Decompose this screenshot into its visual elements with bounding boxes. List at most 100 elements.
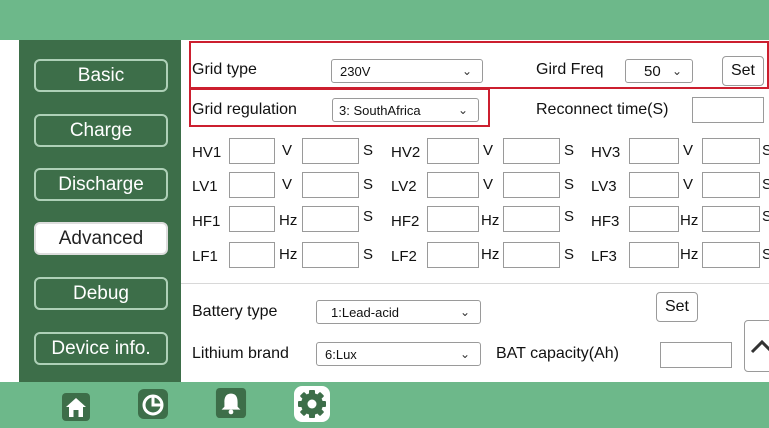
hv3-label: HV3 [591, 144, 621, 161]
lv1-label: LV1 [192, 178, 218, 195]
hv3-unit: V [683, 142, 694, 159]
grid-freq-select[interactable]: 50 ⌄ [625, 59, 693, 83]
grid-type-label: Grid type [192, 61, 257, 78]
chevron-down-icon: ⌄ [671, 64, 682, 78]
lf1-unit: Hz [279, 246, 298, 263]
reconnect-time-input[interactable] [692, 97, 764, 123]
advanced-settings-panel: Grid type 230V ⌄ Gird Freq 50 ⌄ Set Grid… [181, 40, 769, 382]
hv3-voltage-input[interactable] [629, 138, 679, 164]
lv3-label: LV3 [591, 178, 617, 195]
hv1-voltage-input[interactable] [229, 138, 275, 164]
hf2-label: HF2 [391, 213, 420, 230]
sidebar-nav: Basic Charge Discharge Advanced Debug De… [19, 40, 181, 382]
nav-device-info-button[interactable]: Device info. [34, 332, 168, 365]
lf1-time-input[interactable] [302, 242, 359, 268]
grid-regulation-select[interactable]: 3: SouthAfrica ⌄ [332, 98, 479, 122]
grid-type-select[interactable]: 230V ⌄ [331, 59, 483, 83]
lv1-voltage-input[interactable] [229, 172, 275, 198]
lf3-unit: Hz [680, 246, 699, 263]
nav-advanced-button[interactable]: Advanced [34, 222, 168, 255]
hv3-time-unit: S [762, 142, 769, 159]
hf2-freq-input[interactable] [427, 206, 479, 232]
lf1-time-unit: S [363, 246, 374, 263]
hf1-unit: Hz [279, 212, 298, 229]
lf3-time-unit: S [762, 246, 769, 263]
hf3-label: HF3 [591, 213, 620, 230]
lithium-brand-value: 6:Lux [325, 346, 357, 362]
grid-set-button[interactable]: Set [722, 56, 764, 86]
lf3-label: LF3 [591, 248, 617, 265]
grid-regulation-value: 3: SouthAfrica [339, 102, 421, 118]
reconnect-time-label: Reconnect time(S) [536, 101, 669, 118]
lv2-unit: V [483, 176, 494, 193]
hf1-time-input[interactable] [302, 206, 359, 232]
hf3-time-unit: S [762, 208, 769, 225]
lv2-time-input[interactable] [503, 172, 560, 198]
lithium-brand-label: Lithium brand [192, 345, 289, 362]
nav-discharge-button[interactable]: Discharge [34, 168, 168, 201]
bell-icon[interactable] [215, 387, 247, 419]
lf1-label: LF1 [192, 248, 218, 265]
lv3-time-unit: S [762, 176, 769, 193]
bottom-nav-bar [0, 382, 769, 428]
scroll-up-button[interactable] [744, 320, 769, 372]
chevron-down-icon: ⌄ [459, 305, 470, 319]
lv2-voltage-input[interactable] [427, 172, 479, 198]
top-status-bar [0, 0, 769, 40]
lv1-time-unit: S [363, 176, 374, 193]
lf2-time-unit: S [564, 246, 575, 263]
lv3-unit: V [683, 176, 694, 193]
lv3-time-input[interactable] [702, 172, 760, 198]
battery-type-value: 1:Lead-acid [331, 304, 399, 320]
hv2-label: HV2 [391, 144, 421, 161]
battery-set-button[interactable]: Set [656, 292, 698, 322]
hv1-label: HV1 [192, 144, 222, 161]
nav-debug-button[interactable]: Debug [34, 277, 168, 310]
hf3-unit: Hz [680, 212, 699, 229]
lf3-freq-input[interactable] [629, 242, 679, 268]
bat-capacity-input[interactable] [660, 342, 732, 368]
lv2-label: LV2 [391, 178, 417, 195]
lf2-unit: Hz [481, 246, 500, 263]
chevron-down-icon: ⌄ [459, 347, 470, 361]
hf2-unit: Hz [481, 212, 500, 229]
pie-chart-icon[interactable] [137, 388, 169, 420]
hv2-time-unit: S [564, 142, 575, 159]
hv1-unit: V [282, 142, 293, 159]
hf1-time-unit: S [363, 208, 374, 225]
hf1-label: HF1 [192, 213, 221, 230]
grid-freq-value: 50 [644, 62, 661, 80]
lf2-freq-input[interactable] [427, 242, 479, 268]
lithium-brand-select[interactable]: 6:Lux ⌄ [316, 342, 481, 366]
home-icon[interactable] [60, 391, 92, 423]
chevron-down-icon: ⌄ [457, 103, 468, 117]
hf3-time-input[interactable] [702, 206, 760, 232]
hf2-time-unit: S [564, 208, 575, 225]
grid-freq-label: Gird Freq [536, 61, 604, 78]
lf3-time-input[interactable] [702, 242, 760, 268]
battery-type-select[interactable]: 1:Lead-acid ⌄ [316, 300, 481, 324]
settings-gear-icon[interactable] [292, 384, 332, 424]
hv2-unit: V [483, 142, 494, 159]
hv1-time-unit: S [363, 142, 374, 159]
hv2-time-input[interactable] [503, 138, 560, 164]
hv3-time-input[interactable] [702, 138, 760, 164]
chevron-down-icon: ⌄ [461, 64, 472, 78]
lf2-time-input[interactable] [503, 242, 560, 268]
grid-regulation-label: Grid regulation [192, 101, 297, 118]
hv1-time-input[interactable] [302, 138, 359, 164]
lv2-time-unit: S [564, 176, 575, 193]
nav-charge-button[interactable]: Charge [34, 114, 168, 147]
hf3-freq-input[interactable] [629, 206, 679, 232]
lv1-time-input[interactable] [302, 172, 359, 198]
lv1-unit: V [282, 176, 293, 193]
hf1-freq-input[interactable] [229, 206, 275, 232]
section-divider [181, 283, 769, 284]
lf1-freq-input[interactable] [229, 242, 275, 268]
nav-basic-button[interactable]: Basic [34, 59, 168, 92]
battery-type-label: Battery type [192, 303, 278, 320]
hf2-time-input[interactable] [503, 206, 560, 232]
hv2-voltage-input[interactable] [427, 138, 479, 164]
chevron-up-icon [750, 339, 769, 354]
lv3-voltage-input[interactable] [629, 172, 679, 198]
